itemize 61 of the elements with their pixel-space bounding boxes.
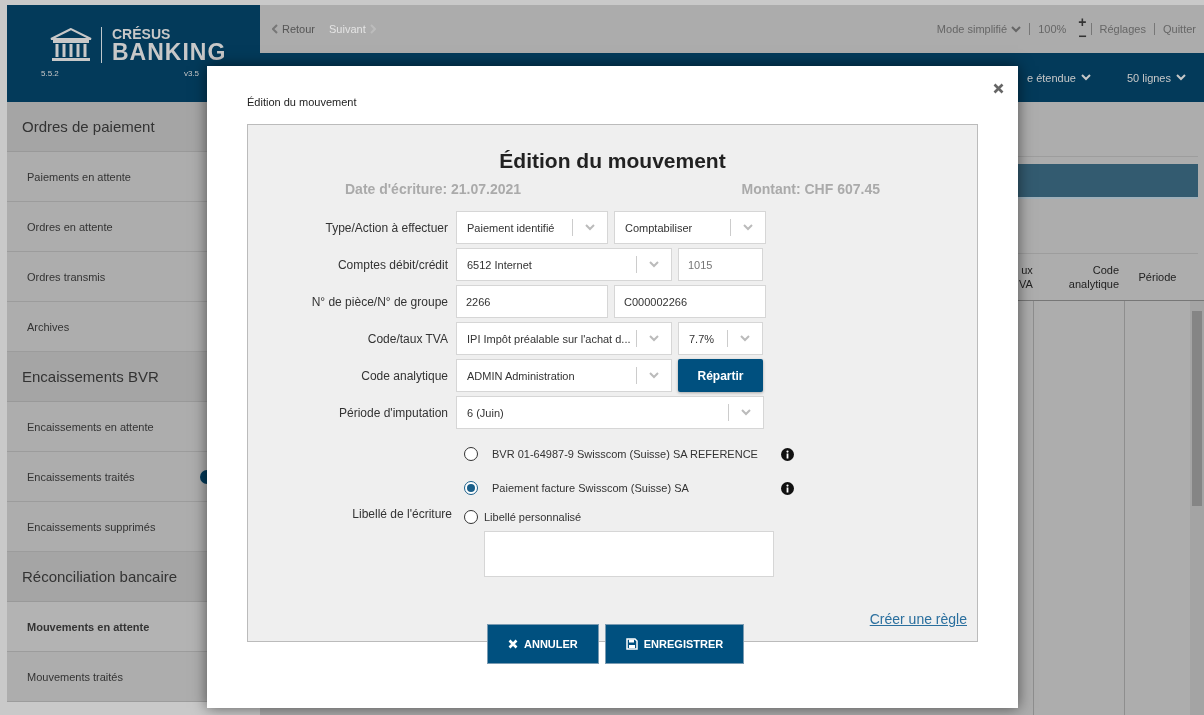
create-rule-link[interactable]: Créer une règle <box>869 611 967 627</box>
bank-building-icon <box>49 27 93 63</box>
radio-button[interactable] <box>464 447 478 461</box>
select-field[interactable]: ADMIN Administration <box>456 359 672 392</box>
view-dropdown[interactable]: e étendue <box>1027 71 1091 84</box>
column-header: Code analytique <box>1068 263 1119 291</box>
option-text: Paiement facture Swisscom (Suisse) SA <box>492 482 689 494</box>
date-text: Date d'écriture: 21.07.2021 <box>345 181 522 197</box>
chevron-down-icon <box>649 261 659 268</box>
radio-button[interactable] <box>464 481 478 495</box>
cancel-button[interactable]: ANNULER <box>487 624 599 664</box>
chevron-down-icon <box>740 335 750 342</box>
zoom-in-button[interactable]: + <box>1078 15 1087 29</box>
chevron-down-icon <box>741 409 751 416</box>
field-label: Libellé de l'écriture <box>351 507 453 523</box>
info-icon[interactable] <box>781 447 794 461</box>
option-text: BVR 01-64987-9 Swisscom (Suisse) SA REFERENCE <box>492 448 758 460</box>
field-label: Période d'imputation <box>337 405 449 420</box>
brand-name: CRÉSUS <box>112 27 172 41</box>
field-label: Code/taux TVA <box>366 331 449 346</box>
distribute-button[interactable]: Répartir <box>678 359 763 392</box>
chevron-left-icon <box>272 24 278 34</box>
text-field[interactable]: 2266 <box>456 285 608 318</box>
chevron-down-icon <box>1080 74 1091 81</box>
radio-button[interactable] <box>464 510 478 524</box>
select-field[interactable]: Paiement identifié <box>456 211 608 244</box>
brand-name: BANKING <box>112 41 227 63</box>
amount-text: Montant: CHF 607.45 <box>741 181 880 197</box>
form-heading: Édition du mouvement <box>498 149 727 173</box>
column-header: Période <box>1138 270 1177 284</box>
version-text: v3.5 <box>183 69 199 78</box>
close-icon <box>508 639 518 649</box>
chevron-down-icon <box>585 224 595 231</box>
option-text: Libellé personnalisé <box>484 511 582 523</box>
select-field[interactable]: 6 (Juin) <box>456 396 764 429</box>
field-label: Code analytique <box>360 368 449 383</box>
select-field[interactable]: 7.7% <box>678 322 763 355</box>
version-text: 5.5.2 <box>41 69 59 78</box>
scrollbar[interactable] <box>1190 301 1204 715</box>
chevron-down-icon <box>649 335 659 342</box>
field-label: Comptes débit/crédit <box>336 257 449 272</box>
field-label: N° de pièce/N° de groupe <box>310 294 449 309</box>
view-dropdown[interactable]: 50 lignes <box>1126 71 1186 84</box>
zoom-out-button[interactable]: − <box>1078 29 1087 43</box>
select-field[interactable]: Comptabiliser <box>614 211 766 244</box>
select-field[interactable]: 6512 Internet <box>456 248 672 281</box>
text-field[interactable]: C000002266 <box>614 285 766 318</box>
text-field[interactable]: 1015 <box>678 248 763 281</box>
back-link[interactable]: Retour <box>272 23 316 35</box>
field-label: Type/Action à effectuer <box>324 220 449 235</box>
chevron-down-icon <box>649 372 659 379</box>
info-icon[interactable] <box>781 481 794 495</box>
custom-label-field[interactable] <box>484 531 774 577</box>
select-field[interactable]: IPI Impôt préalable sur l'achat d... <box>456 322 672 355</box>
chevron-down-icon <box>1176 74 1186 81</box>
save-icon <box>625 638 638 650</box>
chevron-down-icon <box>1011 25 1022 33</box>
chevron-down-icon <box>743 224 753 231</box>
zoom-level: 100% <box>1037 23 1068 35</box>
save-button[interactable]: ENREGISTRER <box>604 624 745 664</box>
column-header: ux VA <box>1019 263 1033 291</box>
